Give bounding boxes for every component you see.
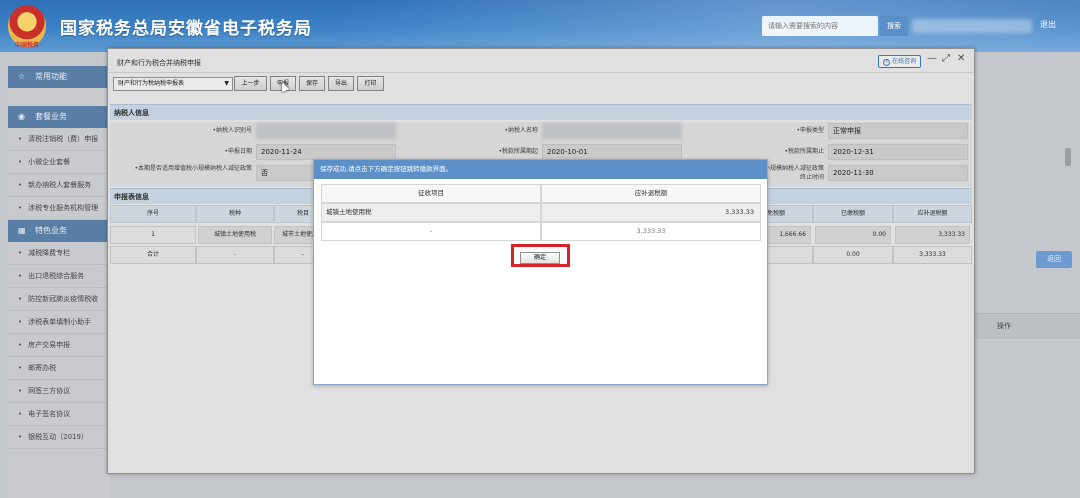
left-menu: ☆常用功能 ◉套餐业务 清税注销税（费）申报 小微企业套餐 新办纳税人套餐服务 …	[8, 66, 110, 498]
portal-title: 国家税务总局安徽省电子税务局	[60, 19, 312, 39]
menu-item-small-business[interactable]: 小微企业套餐	[8, 151, 110, 174]
logo-text: 中国税务	[14, 42, 39, 49]
return-button[interactable]: 返回	[1036, 251, 1072, 268]
table-row: 征收项目 应补退税额	[321, 184, 761, 203]
menu-item-property[interactable]: 房产交易申报	[8, 334, 110, 357]
menu-section-package[interactable]: ◉ 套餐业务	[8, 106, 110, 128]
menu-item-mail[interactable]: 邮寄办税	[8, 357, 110, 380]
confirm-button[interactable]: 确定	[520, 252, 560, 264]
menu-section-label: 套餐业务	[35, 112, 67, 121]
star-icon: ☆	[18, 72, 26, 81]
menu-item-form-helper[interactable]: 涉税表单填制小助手	[8, 311, 110, 334]
search-input[interactable]	[762, 16, 878, 36]
operation-header-bar	[975, 313, 1080, 339]
logout-link[interactable]: 退出	[1040, 19, 1056, 30]
operation-header: 操作	[997, 322, 1011, 330]
right-panel	[975, 66, 1080, 498]
menu-item-tax-cut[interactable]: 减税降费专栏	[8, 242, 110, 265]
dialog-col-header-amount: 应补退税额	[541, 184, 761, 203]
scrollbar-thumb[interactable]	[1065, 148, 1071, 166]
menu-section-label: 常用功能	[35, 72, 67, 81]
menu-item-esign[interactable]: 电子签名协议	[8, 403, 110, 426]
save-success-dialog: 保存成功,请点击下方确定按钮跳转缴款界面。 征收项目 应补退税额 城镇土地使用税…	[313, 159, 768, 385]
menu-section-common[interactable]: ☆ 常用功能	[8, 66, 110, 88]
table-cell: -	[321, 222, 541, 241]
menu-item-new-taxpayer[interactable]: 新办纳税人套餐服务	[8, 174, 110, 197]
menu-item-export-refund[interactable]: 出口退税综合服务	[8, 265, 110, 288]
user-info-blurred	[912, 19, 1032, 33]
table-row: - 3,333.33	[321, 222, 761, 241]
menu-item-deregistration[interactable]: 清税注销税（费）申报	[8, 128, 110, 151]
dialog-message: 保存成功,请点击下方确定按钮跳转缴款界面。	[314, 160, 767, 179]
package-icon: ◉	[18, 112, 25, 121]
menu-item-agreement[interactable]: 网签三方协议	[8, 380, 110, 403]
table-cell: 3,333.33	[541, 222, 761, 241]
menu-item-bank-tax[interactable]: 银税互动（2019）	[8, 426, 110, 449]
table-cell: 城镇土地使用税	[321, 203, 541, 222]
menu-item-agency[interactable]: 涉税专业服务机构管理	[8, 197, 110, 220]
tax-emblem-logo: 中国税务	[8, 5, 46, 49]
grid-icon: ▦	[18, 226, 26, 235]
search-button[interactable]: 搜索	[880, 16, 908, 36]
dialog-col-header-item: 征收项目	[321, 184, 541, 203]
menu-section-label: 特色业务	[35, 226, 67, 235]
menu-section-special[interactable]: ▦ 特色业务	[8, 220, 110, 242]
table-row: 城镇土地使用税 3,333.33	[321, 203, 761, 222]
table-cell: 3,333.33	[541, 203, 761, 222]
menu-item-covid[interactable]: 防控新冠肺炎疫情税收	[8, 288, 110, 311]
